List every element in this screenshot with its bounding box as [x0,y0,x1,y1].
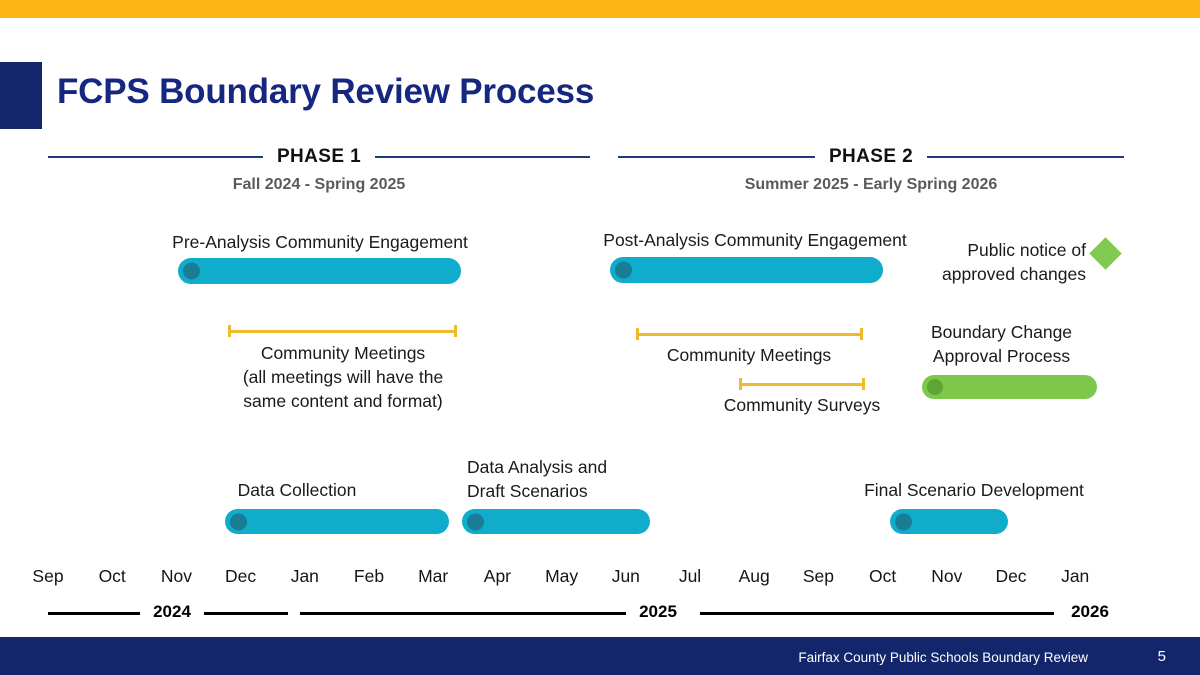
bracket-cap-left [739,378,742,390]
community-meetings-phase2-label: Community Meetings [666,345,832,365]
public-notice-label: Public notice of approved changes [942,240,1086,284]
axis-year-2024: 2024 [153,602,191,621]
community-meetings-phase1-label: Community Meetings (all meetings will ha… [242,343,444,411]
axis-month-label: Jun [611,566,640,586]
bar-knob-icon [927,379,943,395]
page-title: FCPS Boundary Review Process [57,72,595,111]
footer-caption: Fairfax County Public Schools Boundary R… [798,650,1088,665]
boundary-change-approval-label: Boundary Change Approval Process [930,322,1073,366]
phase-2-subtitle: Summer 2025 - Early Spring 2026 [744,176,998,193]
axis-month-label: Dec [225,566,257,586]
bracket-cap-left [228,325,231,337]
bracket-cap-right [862,378,865,390]
axis-month-label: Apr [483,566,511,586]
top-accent-bar [0,0,1200,18]
community-meetings-phase2-bracket [636,328,863,340]
axis-month-label: Oct [868,566,897,586]
phase-rule-left [618,156,815,158]
phase-1-label: PHASE 1 [276,146,362,167]
axis-year-2026: 2026 [1071,602,1109,621]
bar-knob-icon [895,513,912,530]
phase-rule-left [48,156,263,158]
bar-knob-icon [230,513,247,530]
bar-knob-icon [467,513,484,530]
axis-segment-2025-right [700,612,1054,615]
axis-segment-2024-right [204,612,288,615]
bracket-cap-left [636,328,639,340]
boundary-change-approval-bar[interactable] [922,375,1097,399]
pre-analysis-engagement-bar[interactable] [178,258,461,284]
phase-1-header: PHASE 1 [48,146,591,168]
axis-month-label: May [545,566,579,586]
post-analysis-engagement-bar[interactable] [610,257,883,283]
axis-month-label: Oct [98,566,126,586]
data-analysis-label: Data Analysis and Draft Scenarios [467,457,608,501]
community-meetings-phase1-bracket [228,325,457,337]
data-collection-label: Data Collection [237,480,357,500]
axis-month-label: Nov [931,566,963,586]
phase-rule-right [927,156,1125,158]
title-accent-square [0,62,42,129]
bar-knob-icon [615,261,632,279]
axis-month-label: Feb [353,566,385,586]
bracket-line [739,383,865,386]
bracket-line [636,333,863,336]
community-surveys-label: Community Surveys [723,395,881,415]
slide-canvas: FCPS Boundary Review Process PHASE 1 Fal… [0,0,1200,675]
final-scenario-label: Final Scenario Development [864,480,1084,500]
phase-2-label: PHASE 2 [828,146,914,167]
bracket-line [228,330,457,333]
phase-rule-right [375,156,591,158]
data-collection-bar[interactable] [225,509,449,534]
final-scenario-bar[interactable] [890,509,1008,534]
phase-1-subtitle: Fall 2024 - Spring 2025 [232,176,406,193]
data-analysis-bar[interactable] [462,509,650,534]
axis-segment-2024-left [48,612,140,615]
bar-knob-icon [183,262,200,280]
axis-month-label: Jan [1061,566,1090,586]
footer-page-number: 5 [1157,648,1166,665]
axis-month-label: Jul [678,566,702,586]
axis-month-label: Mar [418,566,449,586]
community-surveys-bracket [739,378,865,390]
bracket-cap-right [860,328,863,340]
diamond-marker-icon [1089,237,1122,270]
axis-year-2025: 2025 [639,602,677,621]
axis-month-label: Sep [32,566,64,586]
axis-month-label: Aug [738,566,770,586]
pre-analysis-engagement-label: Pre-Analysis Community Engagement [172,232,468,252]
axis-month-label: Jan [290,566,319,586]
axis-segment-2025-left [300,612,626,615]
phase-2-header: PHASE 2 [618,146,1125,168]
axis-month-label: Sep [802,566,834,586]
axis-month-label: Dec [995,566,1027,586]
axis-month-label: Nov [160,566,192,586]
bracket-cap-right [454,325,457,337]
